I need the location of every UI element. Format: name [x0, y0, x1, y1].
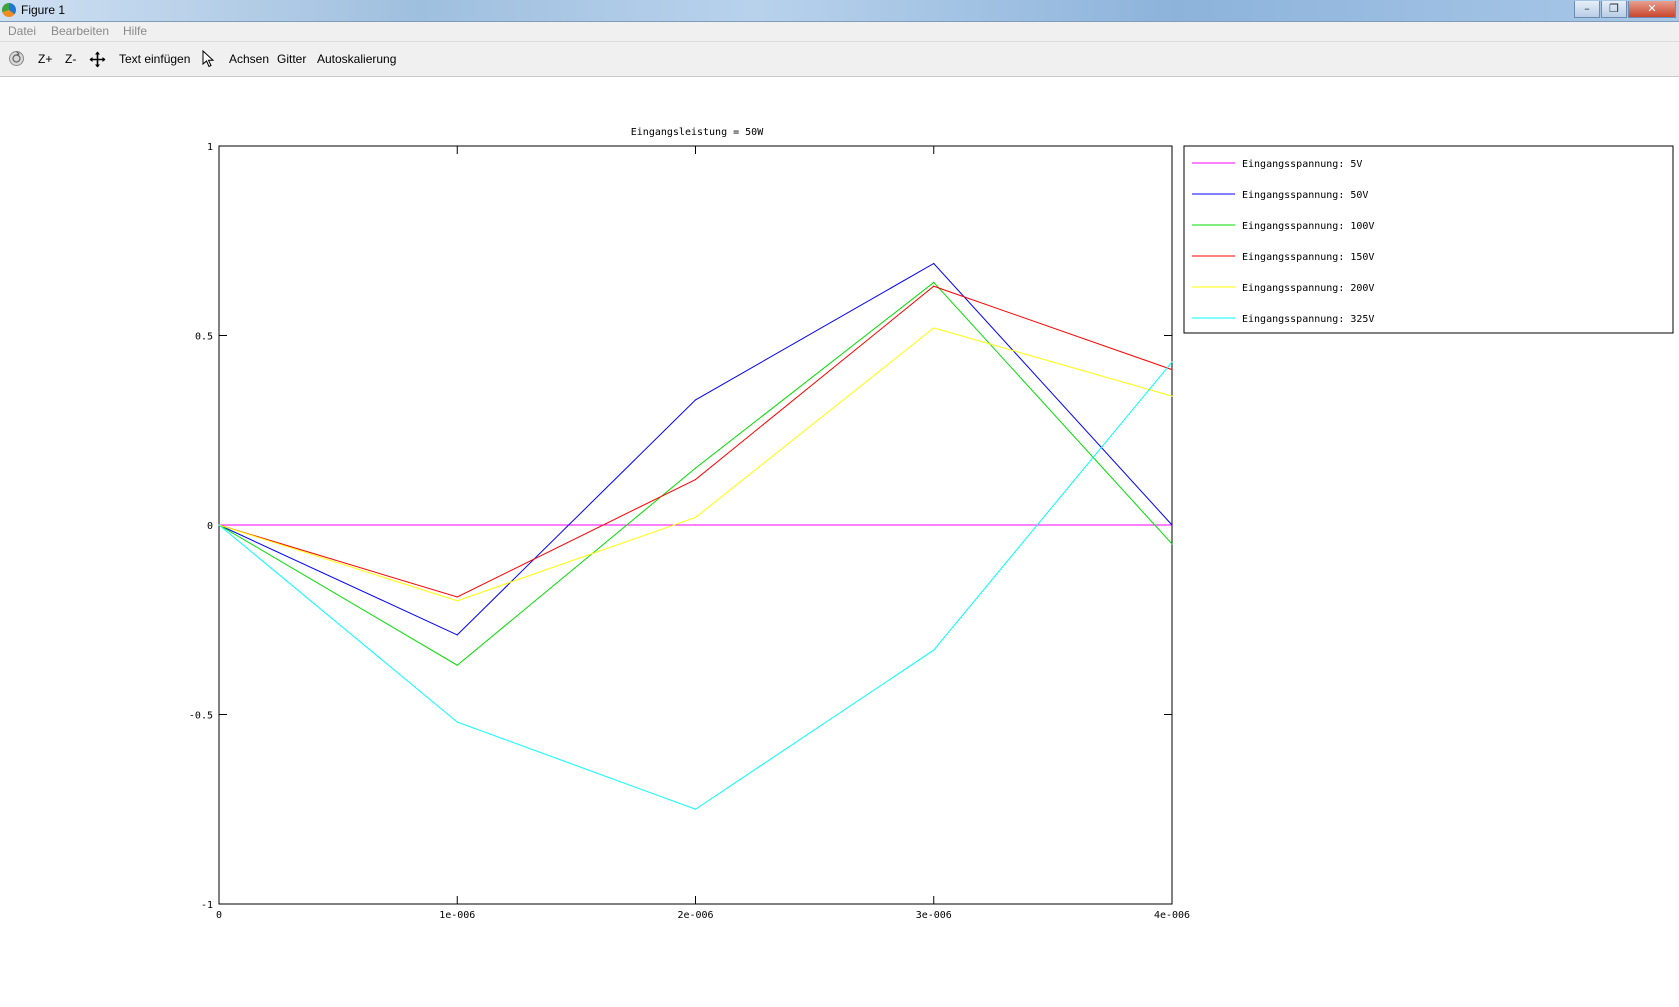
minimize-button[interactable]: –	[1574, 1, 1600, 18]
chart-title: Eingangsleistung = 50W	[631, 127, 764, 138]
series-2-point	[933, 281, 935, 284]
legend-entry: Eingangsspannung: 100V	[1242, 221, 1374, 232]
app-icon	[2, 3, 16, 17]
series-line-3	[218, 285, 1173, 598]
series-2-point	[694, 467, 697, 469]
x-tick-label: 1e-006	[439, 910, 475, 921]
series-1-point	[933, 262, 935, 265]
series-3-point	[694, 478, 697, 481]
series-4-point	[456, 600, 458, 602]
series-5-point	[694, 808, 697, 810]
series-lines	[218, 262, 1173, 810]
series-2-point	[1171, 543, 1173, 545]
series-5-point	[456, 721, 458, 723]
y-tick-label: 0.5	[195, 332, 213, 343]
menubar: Datei Bearbeiten Hilfe	[0, 22, 1679, 42]
window-title: Figure 1	[21, 3, 66, 17]
legend-entry: Eingangsspannung: 325V	[1242, 314, 1374, 325]
series-2-point	[456, 664, 458, 666]
series-3-point	[1171, 369, 1173, 371]
x-tick-label: 3e-006	[916, 910, 952, 921]
series-line-5	[218, 361, 1173, 810]
insert-text-button[interactable]: Text einfügen	[119, 52, 190, 66]
series-4-point	[694, 516, 697, 519]
series-5-point	[1171, 361, 1173, 363]
axes-button[interactable]: Achsen	[229, 52, 269, 66]
window-titlebar: Figure 1 – ❐ ✕	[0, 0, 1679, 22]
rotate-icon[interactable]	[8, 50, 25, 67]
series-1-point	[1171, 524, 1173, 526]
x-tick-label: 4e-006	[1154, 910, 1190, 921]
y-tick-label: -1	[201, 900, 213, 911]
pan-icon[interactable]	[89, 51, 106, 68]
close-button[interactable]: ✕	[1628, 1, 1676, 18]
axis-ticks: 0 1e-006 2e-006 3e-006 4e-006 1 0.5 0 -0.5 -1	[189, 142, 1190, 921]
y-tick-label: -0.5	[189, 711, 213, 722]
series-4-point	[933, 327, 935, 329]
series-0-point	[933, 524, 935, 526]
x-tick-label: 2e-006	[677, 910, 713, 921]
legend-entry: Eingangsspannung: 200V	[1242, 283, 1374, 294]
x-tick-label: 0	[216, 910, 222, 921]
autoscale-button[interactable]: Autoskalierung	[317, 52, 396, 66]
grid-button[interactable]: Gitter	[277, 52, 306, 66]
y-tick-label: 0	[207, 521, 213, 532]
menu-bearbeiten[interactable]: Bearbeiten	[51, 24, 109, 38]
series-3-point	[933, 285, 935, 287]
series-5-point	[218, 524, 220, 526]
menu-datei[interactable]: Datei	[8, 24, 36, 38]
zoom-out-button[interactable]: Z-	[65, 52, 76, 66]
plot-canvas[interactable]: Eingangsleistung = 50W 0 1e-006 2e-006 3e-0…	[0, 77, 1679, 1007]
y-tick-label: 1	[207, 142, 213, 153]
maximize-button[interactable]: ❐	[1601, 1, 1627, 18]
series-1-point	[694, 399, 697, 401]
series-line-4	[218, 327, 1173, 602]
legend-box	[1183, 145, 1674, 334]
toolbar: Z+ Z- Text einfügen Achsen Gitter Autosk…	[0, 42, 1679, 77]
zoom-in-button[interactable]: Z+	[38, 52, 52, 66]
series-4-point	[1171, 395, 1173, 397]
menu-hilfe[interactable]: Hilfe	[123, 24, 147, 38]
select-pointer-icon[interactable]	[202, 50, 216, 68]
legend-entry: Eingangsspannung: 5V	[1242, 159, 1362, 170]
series-5-point	[933, 649, 935, 651]
series-0-point	[694, 524, 697, 526]
series-1-point	[456, 634, 458, 636]
series-line-2	[218, 281, 1173, 666]
series-0-point	[456, 524, 458, 526]
legend-entry: Eingangsspannung: 50V	[1242, 190, 1368, 201]
series-3-point	[456, 596, 458, 598]
legend-entry: Eingangsspannung: 150V	[1242, 252, 1374, 263]
